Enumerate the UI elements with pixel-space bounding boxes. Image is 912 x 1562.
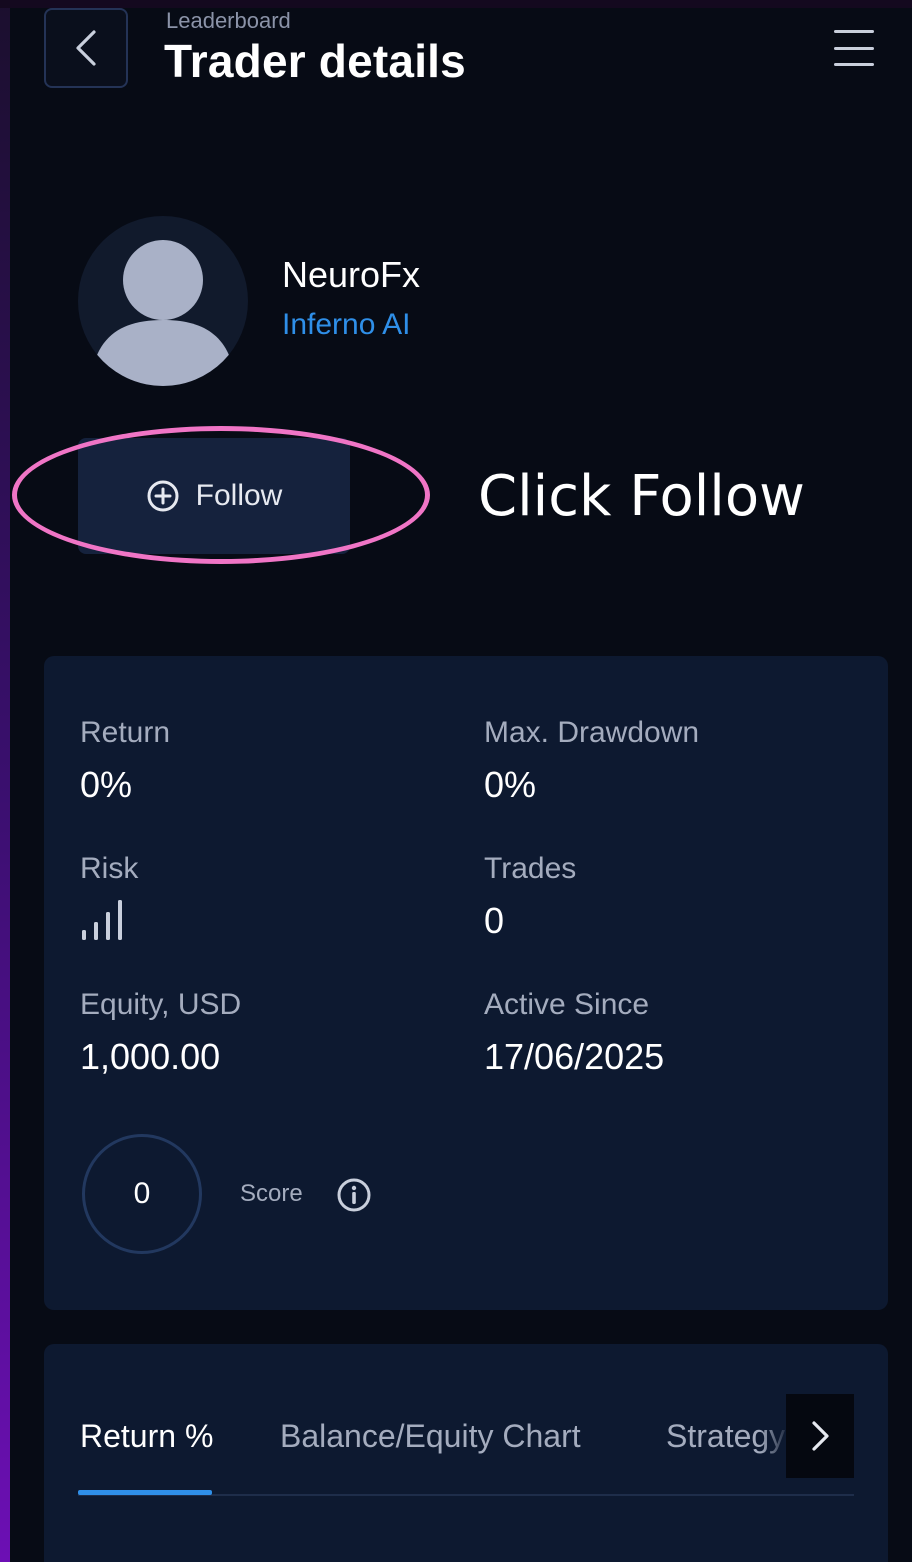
annotation-text: Click Follow — [478, 464, 805, 529]
user-placeholder-icon — [90, 240, 236, 386]
signal-bars-icon — [82, 900, 122, 940]
chevron-left-icon — [76, 30, 96, 66]
score-value: 0 — [133, 1177, 151, 1210]
left-edge-gradient — [0, 0, 10, 1562]
tab-balance-equity-chart[interactable]: Balance/Equity Chart — [280, 1418, 581, 1455]
hamburger-menu-icon[interactable] — [834, 30, 874, 66]
follow-button-label: Follow — [195, 479, 283, 512]
trader-name: NeuroFx — [282, 254, 421, 295]
trades-label: Trades — [484, 852, 577, 885]
active-since-label: Active Since — [484, 988, 650, 1021]
risk-label: Risk — [80, 852, 139, 885]
drawdown-value: 0% — [484, 764, 537, 805]
trades-value: 0 — [484, 900, 505, 941]
page-title: Trader details — [164, 35, 466, 87]
return-value: 0% — [80, 764, 133, 805]
plus-circle-icon — [147, 480, 179, 512]
follow-button[interactable]: Follow — [78, 438, 350, 554]
drawdown-label: Max. Drawdown — [484, 716, 700, 749]
top-edge — [0, 0, 912, 8]
avatar — [78, 216, 248, 386]
score-ring: 0 — [82, 1134, 202, 1254]
equity-label: Equity, USD — [80, 988, 242, 1021]
tab-return[interactable]: Return % — [80, 1418, 213, 1455]
breadcrumb-leaderboard[interactable]: Leaderboard — [166, 8, 291, 34]
return-label: Return — [80, 716, 171, 749]
strategy-link[interactable]: Inferno AI — [282, 308, 410, 342]
tab-scroll-next-button[interactable] — [786, 1394, 854, 1478]
score-label: Score — [240, 1180, 303, 1207]
app-screen: Leaderboard Trader details NeuroFx Infer… — [0, 0, 912, 1562]
active-tab-underline — [78, 1490, 212, 1495]
equity-value: 1,000.00 — [80, 1036, 221, 1077]
active-since-value: 17/06/2025 — [484, 1036, 665, 1077]
info-icon[interactable] — [336, 1177, 372, 1213]
back-button[interactable] — [44, 8, 128, 88]
chevron-right-icon — [812, 1421, 829, 1451]
